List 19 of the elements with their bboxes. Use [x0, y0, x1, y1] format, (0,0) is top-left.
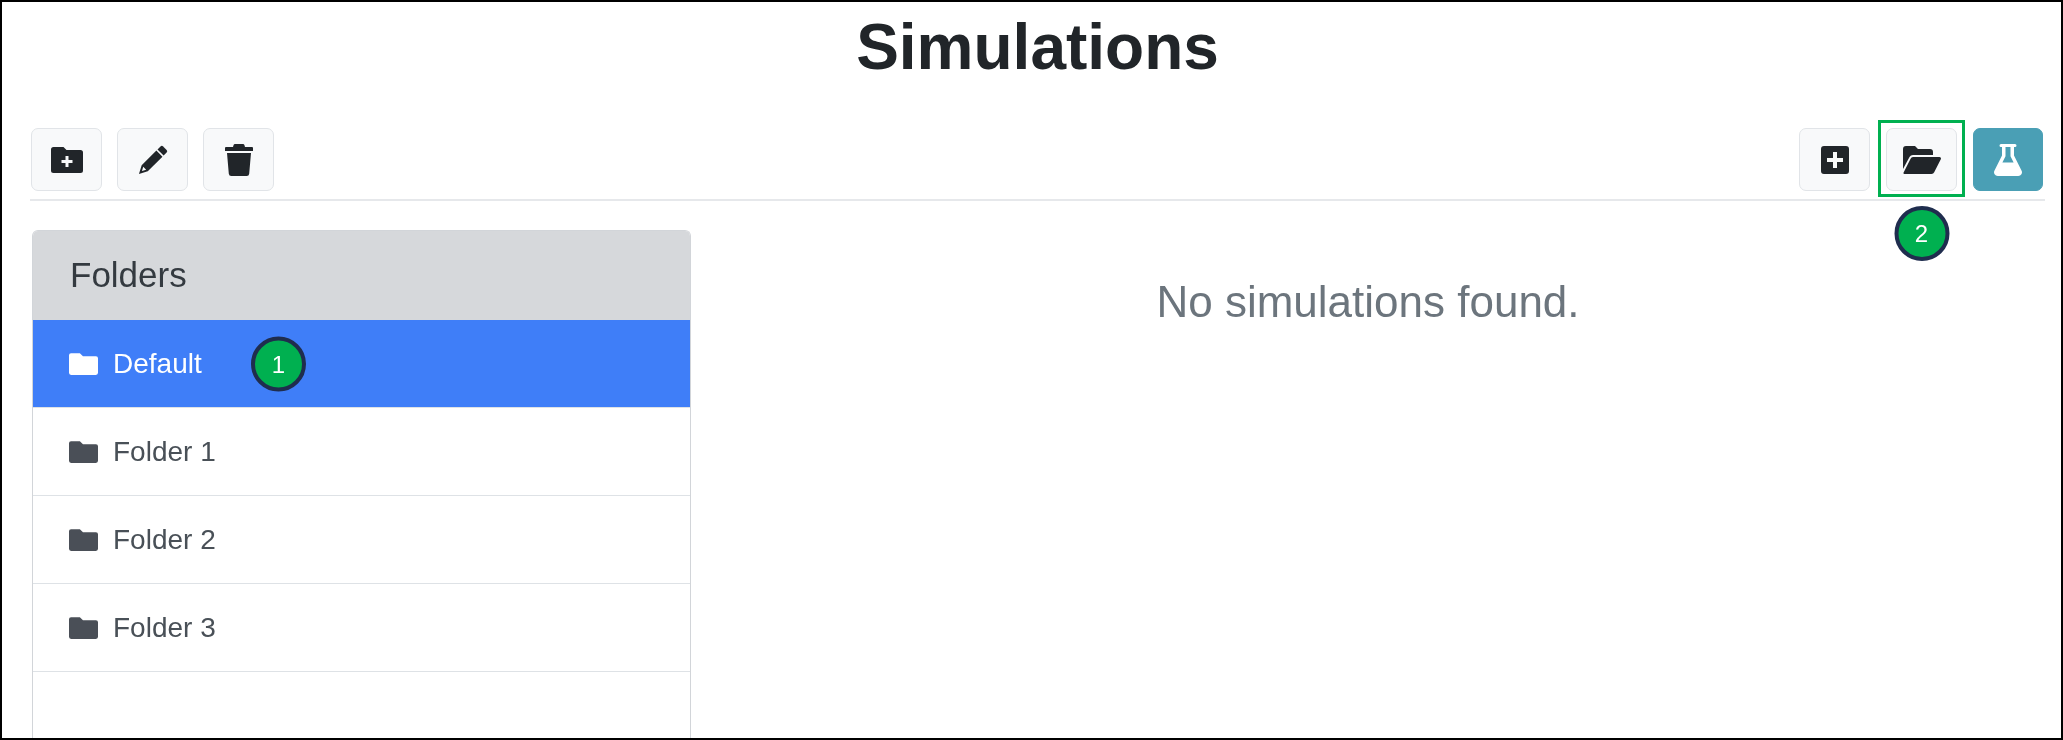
empty-state-message: No simulations found. [1156, 280, 1580, 324]
folder-icon [69, 528, 98, 551]
folder-plus-icon [50, 146, 83, 173]
trash-icon [224, 143, 253, 176]
folder-icon [69, 616, 98, 639]
edit-button[interactable] [117, 128, 188, 191]
folder-icon [69, 352, 98, 375]
flask-button[interactable] [1973, 128, 2043, 191]
new-folder-button[interactable] [31, 128, 102, 191]
callout-number: 2 [1894, 206, 1949, 261]
pencil-icon [137, 144, 168, 175]
add-button[interactable] [1799, 128, 1870, 191]
folder-open-icon [1902, 145, 1941, 174]
folders-header: Folders [33, 231, 690, 320]
open-folder-button[interactable] [1886, 128, 1957, 191]
flask-icon [1994, 143, 2022, 176]
page-title: Simulations [856, 15, 1219, 79]
delete-button[interactable] [203, 128, 274, 191]
folder-icon [69, 440, 98, 463]
